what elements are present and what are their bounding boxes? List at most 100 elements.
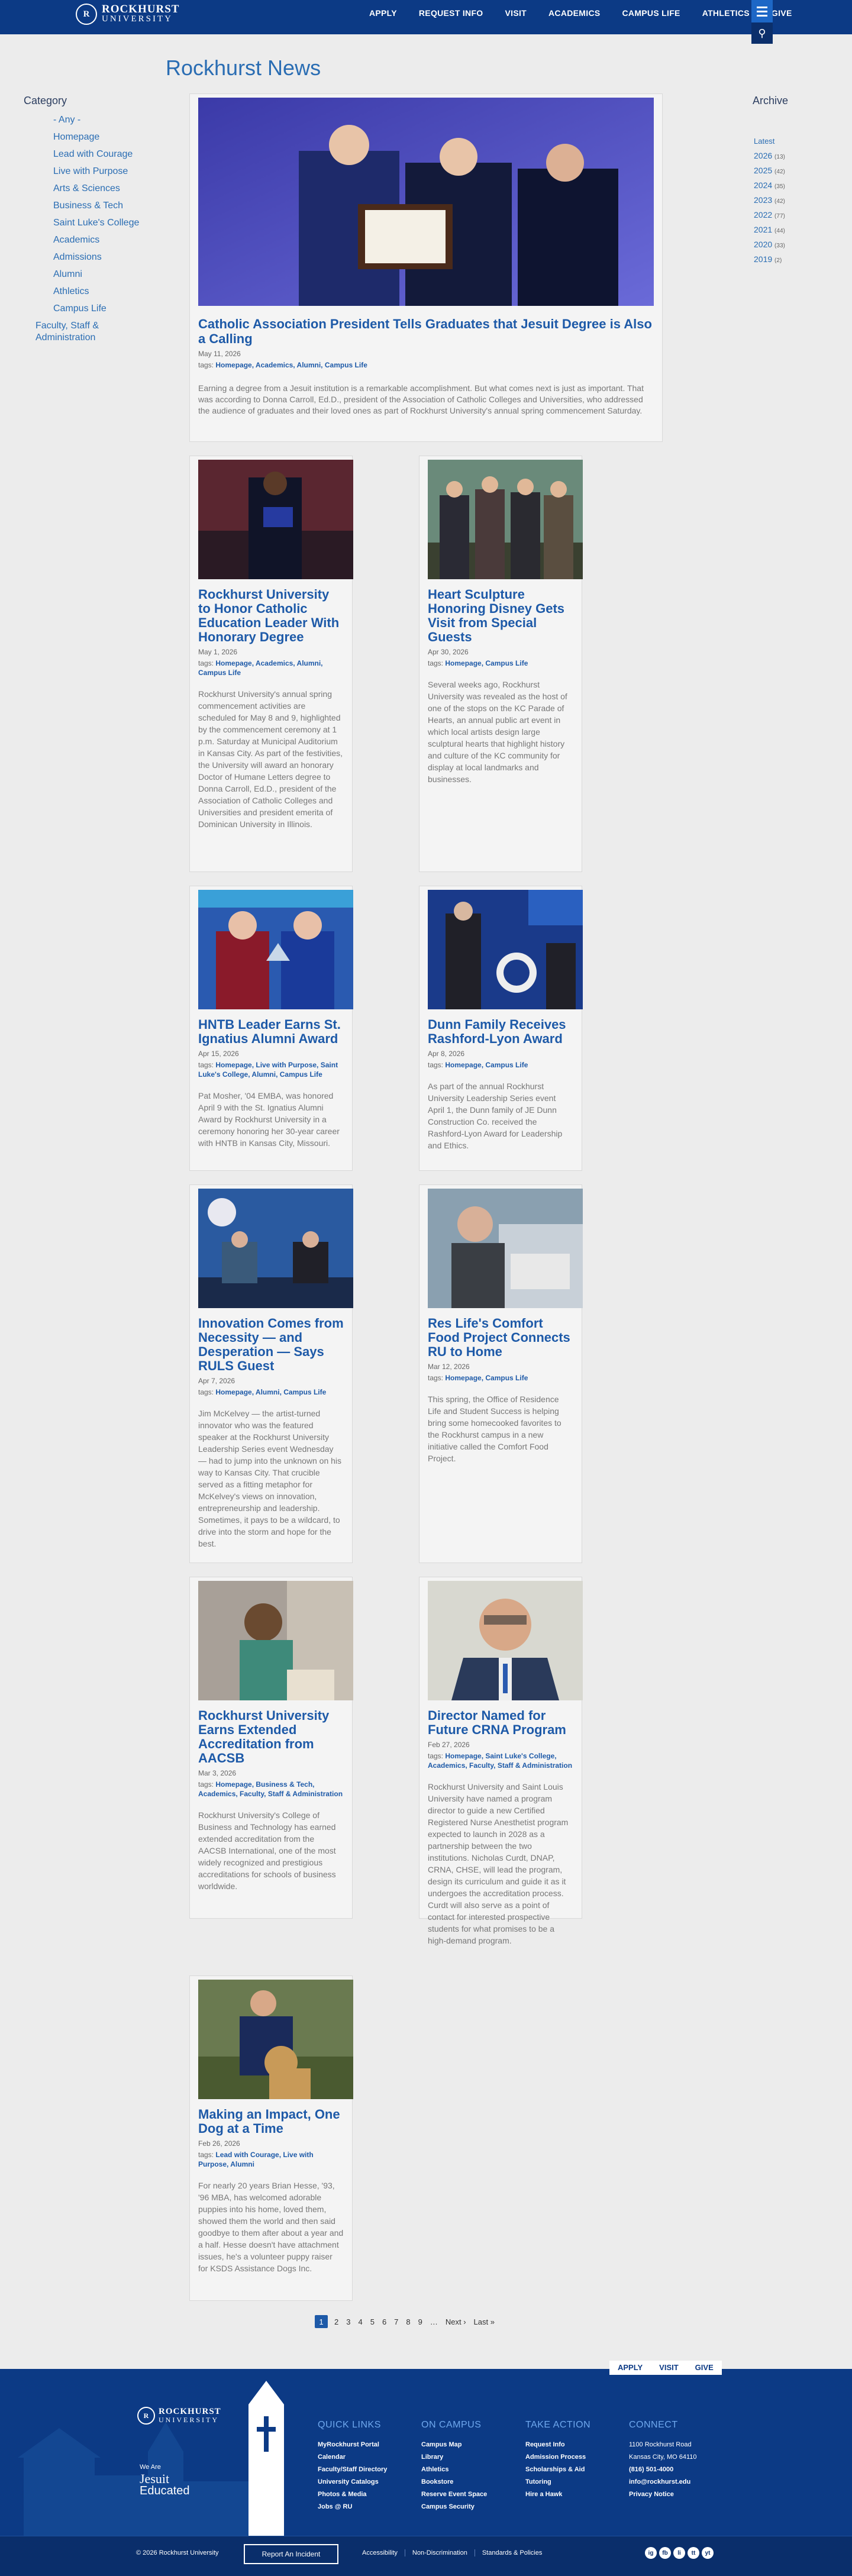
article-photo[interactable] <box>428 460 583 579</box>
category-item-arts-sciences[interactable]: Arts & Sciences <box>24 183 142 195</box>
nav-academics[interactable]: ACADEMICS <box>548 8 600 18</box>
tiktok-icon[interactable]: tt <box>688 2547 699 2559</box>
footer-logo[interactable]: R ROCKHURST UNIVERSITY <box>137 2407 221 2425</box>
footer-link[interactable]: Request Info <box>525 2439 590 2451</box>
page-link[interactable]: 2 <box>334 2317 338 2326</box>
archive-year[interactable]: 2019 (2) <box>753 254 835 264</box>
footer-link[interactable]: Athletics <box>421 2464 487 2476</box>
youtube-icon[interactable]: yt <box>702 2547 714 2559</box>
page-link[interactable]: 5 <box>370 2317 375 2326</box>
footer-link[interactable]: Bookstore <box>421 2476 487 2488</box>
footer-phone[interactable]: (816) 501-4000 <box>629 2464 697 2476</box>
footer-link[interactable]: Campus Security <box>421 2501 487 2513</box>
article-tag-links[interactable]: Homepage, Live with Purpose, Saint Luke'… <box>198 1061 338 1079</box>
footer-link[interactable]: Scholarships & Aid <box>525 2464 590 2476</box>
nav-athletics[interactable]: ATHLETICS <box>702 8 750 18</box>
page-last[interactable]: Last » <box>474 2317 495 2326</box>
featured-title[interactable]: Catholic Association President Tells Gra… <box>198 317 654 346</box>
footer-link[interactable]: Privacy Notice <box>629 2488 697 2501</box>
accessibility-link[interactable]: Accessibility <box>355 2549 405 2556</box>
category-item-any[interactable]: - Any - <box>24 114 142 126</box>
footer-link[interactable]: Faculty/Staff Directory <box>318 2464 387 2476</box>
article-title[interactable]: Heart Sculpture Honoring Disney Gets Vis… <box>428 587 573 644</box>
nav-give[interactable]: GIVE <box>772 8 792 18</box>
non-discrimination-link[interactable]: Non-Discrimination <box>404 2549 475 2556</box>
nav-visit[interactable]: VISIT <box>505 8 527 18</box>
category-item-faculty-staff[interactable]: Faculty, Staff & Administration <box>24 320 142 344</box>
category-item-alumni[interactable]: Alumni <box>24 269 142 280</box>
archive-year[interactable]: 2025 (42) <box>753 166 835 175</box>
archive-year[interactable]: 2020 (33) <box>753 240 835 249</box>
university-logo[interactable]: R ROCKHURST UNIVERSITY <box>76 4 179 25</box>
article-title[interactable]: Director Named for Future CRNA Program <box>428 1709 573 1737</box>
archive-year[interactable]: 2023 (42) <box>753 195 835 205</box>
article-tag-links[interactable]: Homepage, Campus Life <box>445 659 528 667</box>
instagram-icon[interactable]: ig <box>645 2547 657 2559</box>
footer-link[interactable]: MyRockhurst Portal <box>318 2439 387 2451</box>
article-photo[interactable] <box>428 1189 583 1308</box>
nav-apply[interactable]: APPLY <box>369 8 397 18</box>
featured-tag-links[interactable]: Homepage, Academics, Alumni, Campus Life <box>215 361 367 369</box>
footer-email[interactable]: info@rockhurst.edu <box>629 2476 697 2488</box>
footer-link[interactable]: University Catalogs <box>318 2476 387 2488</box>
article-title[interactable]: Making an Impact, One Dog at a Time <box>198 2107 344 2136</box>
article-photo[interactable] <box>198 460 353 579</box>
archive-year[interactable]: 2026 (13) <box>753 151 835 160</box>
menu-icon[interactable] <box>751 0 773 22</box>
article-tag-links[interactable]: Homepage, Alumni, Campus Life <box>215 1388 326 1396</box>
category-item-homepage[interactable]: Homepage <box>24 131 142 143</box>
standards-policies-link[interactable]: Standards & Policies <box>474 2549 550 2556</box>
footer-link[interactable]: Campus Map <box>421 2439 487 2451</box>
article-tag-links[interactable]: Homepage, Campus Life <box>445 1374 528 1382</box>
footer-link[interactable]: Reserve Event Space <box>421 2488 487 2501</box>
category-item-academics[interactable]: Academics <box>24 234 142 246</box>
featured-photo[interactable] <box>198 98 654 306</box>
article-title[interactable]: Rockhurst University Earns Extended Accr… <box>198 1709 344 1765</box>
archive-year[interactable]: 2024 (35) <box>753 180 835 190</box>
page-link[interactable]: 7 <box>394 2317 398 2326</box>
footer-link[interactable]: Tutoring <box>525 2476 590 2488</box>
footer-link[interactable]: Photos & Media <box>318 2488 387 2501</box>
page-next[interactable]: Next › <box>446 2317 466 2326</box>
page-link[interactable]: 9 <box>418 2317 422 2326</box>
article-tag-links[interactable]: Homepage, Saint Luke's College, Academic… <box>428 1752 572 1770</box>
article-title[interactable]: Rockhurst University to Honor Catholic E… <box>198 587 344 644</box>
footer-link[interactable]: Admission Process <box>525 2451 590 2464</box>
archive-year[interactable]: 2022 (77) <box>753 210 835 219</box>
category-item-campus-life[interactable]: Campus Life <box>24 303 142 315</box>
article-tag-links[interactable]: Homepage, Campus Life <box>445 1061 528 1069</box>
category-item-business-tech[interactable]: Business & Tech <box>24 200 142 212</box>
footer-link[interactable]: Calendar <box>318 2451 387 2464</box>
article-photo[interactable] <box>198 1581 353 1700</box>
footer-link[interactable]: Jobs @ RU <box>318 2501 387 2513</box>
page-link[interactable]: 3 <box>346 2317 350 2326</box>
article-photo[interactable] <box>428 1581 583 1700</box>
footer-link[interactable]: Hire a Hawk <box>525 2488 590 2501</box>
archive-latest[interactable]: Latest <box>753 137 835 146</box>
footer-link[interactable]: Library <box>421 2451 487 2464</box>
nav-campus-life[interactable]: CAMPUS LIFE <box>622 8 680 18</box>
article-tag-links[interactable]: Homepage, Business & Tech, Academics, Fa… <box>198 1780 343 1798</box>
page-current[interactable]: 1 <box>315 2315 328 2328</box>
tab-give[interactable]: GIVE <box>686 2361 722 2375</box>
linkedin-icon[interactable]: li <box>673 2547 685 2559</box>
article-photo[interactable] <box>198 1980 353 2099</box>
page-link[interactable]: 4 <box>358 2317 362 2326</box>
article-photo[interactable] <box>198 1189 353 1308</box>
archive-year[interactable]: 2021 (44) <box>753 225 835 234</box>
article-title[interactable]: Innovation Comes from Necessity — and De… <box>198 1316 344 1373</box>
page-link[interactable]: 8 <box>406 2317 410 2326</box>
page-link[interactable]: 6 <box>382 2317 386 2326</box>
facebook-icon[interactable]: fb <box>659 2547 671 2559</box>
search-icon[interactable]: ⚲ <box>751 22 773 44</box>
report-incident-button[interactable]: Report An Incident <box>244 2544 338 2564</box>
article-tag-links[interactable]: Homepage, Academics, Alumni, Campus Life <box>198 659 323 677</box>
tab-apply[interactable]: APPLY <box>609 2361 651 2375</box>
category-item-athletics[interactable]: Athletics <box>24 286 142 298</box>
tab-visit[interactable]: VISIT <box>651 2361 687 2375</box>
category-item-live-with-purpose[interactable]: Live with Purpose <box>24 166 142 177</box>
article-title[interactable]: HNTB Leader Earns St. Ignatius Alumni Aw… <box>198 1018 344 1046</box>
article-photo[interactable] <box>428 890 583 1009</box>
category-item-admissions[interactable]: Admissions <box>24 251 142 263</box>
article-tag-links[interactable]: Lead with Courage, Live with Purpose, Al… <box>198 2151 314 2168</box>
